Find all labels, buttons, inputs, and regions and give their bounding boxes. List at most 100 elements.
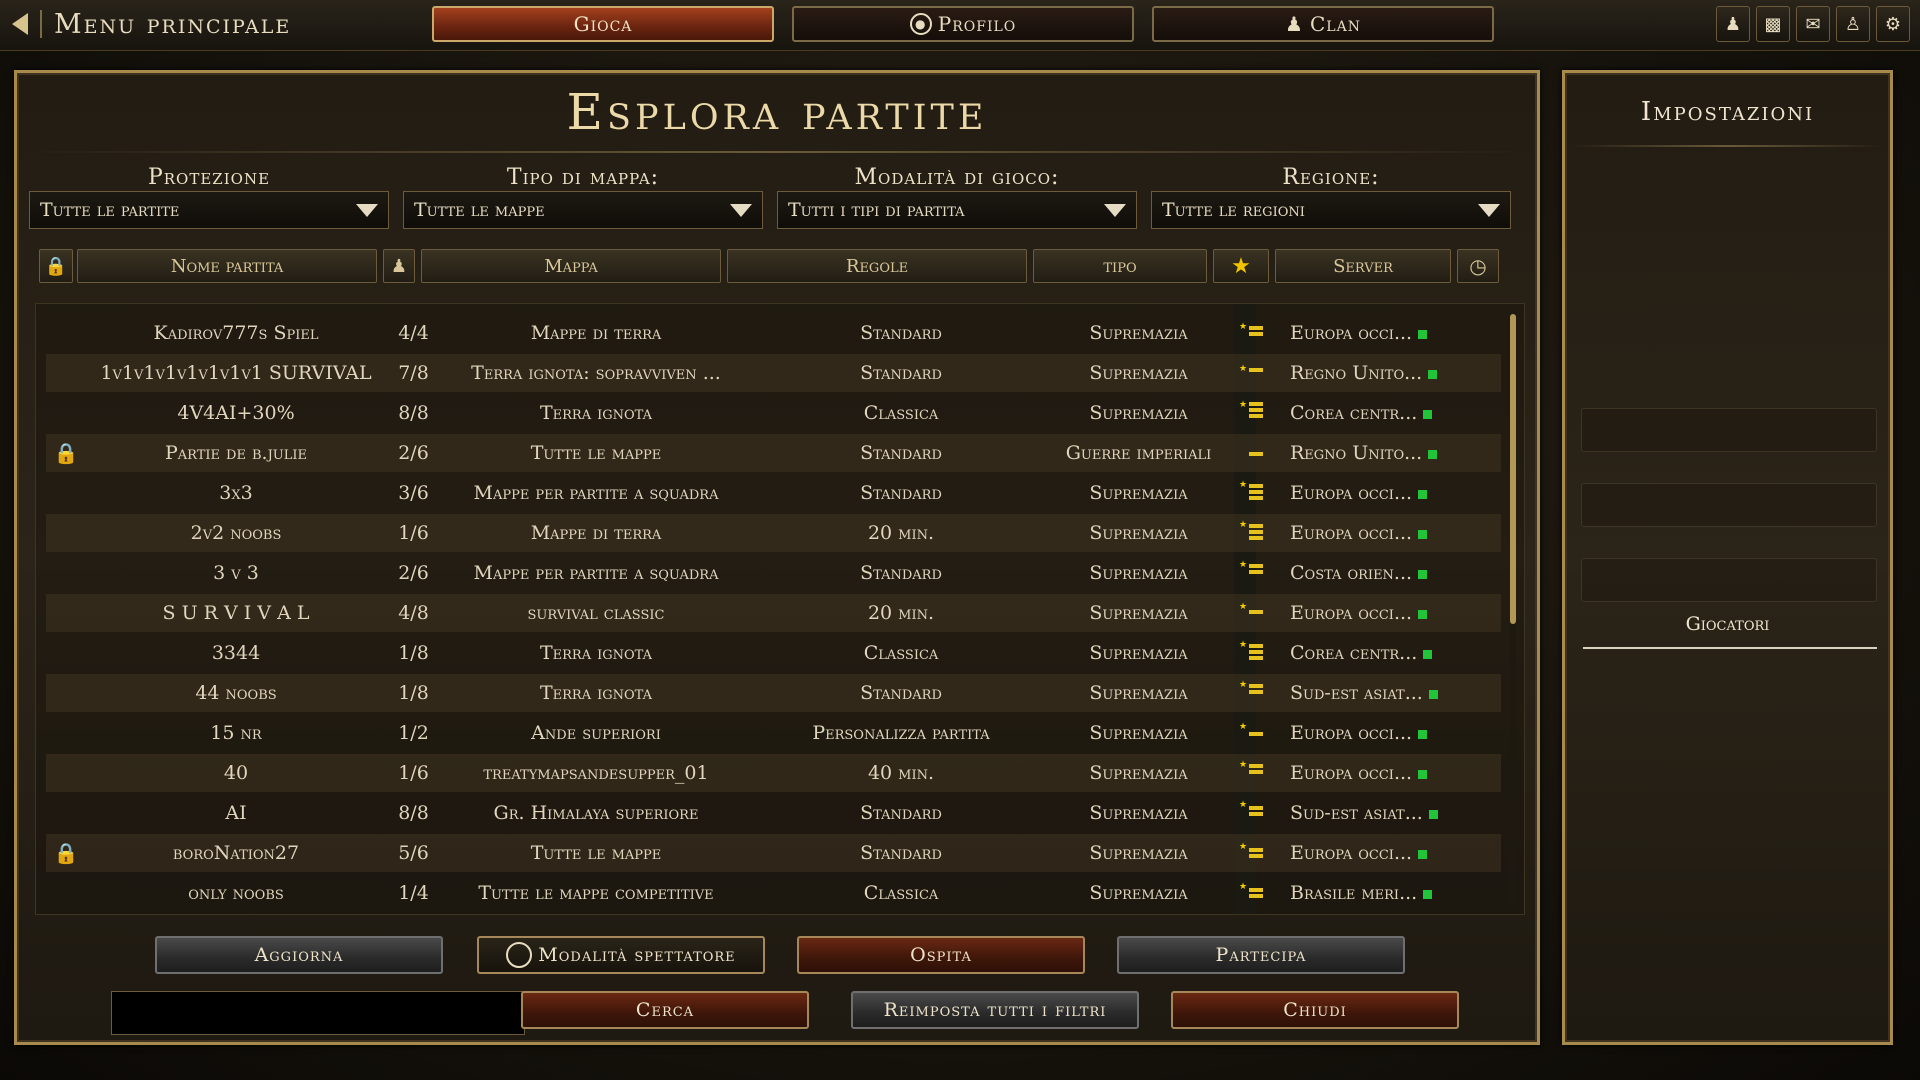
game-mode-select[interactable]: Tutti i tipi di partita	[777, 191, 1137, 229]
rules: Standard	[860, 442, 942, 464]
game-name: AI	[225, 802, 247, 824]
rank-insignia-icon: ★	[1239, 362, 1263, 382]
table-row[interactable]: 1v1v1v1v1v1v1v1 SURVIVAL 7/8 Terra ignot…	[46, 354, 1501, 392]
rules: Standard	[860, 362, 942, 384]
map-column-header[interactable]: Mappa	[421, 249, 721, 283]
table-row[interactable]: S U R V I V A L 4/8 survival classic 20 …	[46, 594, 1501, 632]
table-row[interactable]: 44 noobs 1/8 Terra ignota Standard Supre…	[46, 674, 1501, 712]
table-row[interactable]: AI 8/8 Gr. Himalaya superiore Standard S…	[46, 794, 1501, 832]
game-type: Guerre imperiali	[1065, 442, 1212, 464]
table-row[interactable]: 3x3 3/6 Mappe per partite a squadra Stan…	[46, 474, 1501, 512]
lock-slot	[46, 474, 86, 512]
region-select[interactable]: Tutte le regioni	[1151, 191, 1511, 229]
table-row[interactable]: 40 1/6 treatymapsandesupper_01 40 min. S…	[46, 754, 1501, 792]
protection-select[interactable]: Tutte le partite	[29, 191, 389, 229]
rank-insignia-icon: ★	[1239, 520, 1263, 540]
map-name: Mappe per partite a squadra	[473, 482, 719, 504]
table-row[interactable]: 🔒 Partie de b.julie 2/6 Tutte le mappe S…	[46, 434, 1501, 472]
person-icon[interactable]: ♟	[1716, 6, 1750, 42]
players-tab[interactable]: Giocatori	[1565, 613, 1890, 635]
game-type: Supremazia	[1089, 562, 1188, 584]
lock-column-header[interactable]: 🔒	[39, 249, 73, 283]
rank-insignia-icon: ★	[1239, 400, 1263, 420]
table-row[interactable]: 3 v 3 2/6 Mappe per partite a squadra St…	[46, 554, 1501, 592]
table-row[interactable]: 🔒 boroNation27 5/6 Tutte le mappe Standa…	[46, 834, 1501, 872]
rank-insignia-icon: ★	[1239, 800, 1263, 820]
list-scrollbar[interactable]	[1510, 314, 1516, 906]
chat-icon[interactable]: ✉	[1796, 6, 1830, 42]
player-count: 8/8	[398, 402, 429, 424]
rank-insignia-icon	[1247, 442, 1263, 462]
tab-clan[interactable]: ♟ Clan	[1152, 6, 1494, 42]
server-region: Costa orien...	[1276, 554, 1470, 592]
bar-chart-icon[interactable]: ▩	[1756, 6, 1790, 42]
ping-indicator-icon	[1428, 449, 1438, 459]
lock-slot	[46, 554, 86, 592]
type-column-header[interactable]: tipo	[1033, 249, 1207, 283]
rules-column-header[interactable]: Regole	[727, 249, 1027, 283]
game-type: Supremazia	[1089, 322, 1188, 344]
host-button[interactable]: Ospita	[797, 936, 1085, 974]
top-bar: Menu principale Gioca ● Profilo ♟ Clan ♟…	[0, 0, 1920, 51]
rank-insignia-icon: ★	[1239, 680, 1263, 700]
search-button[interactable]: Cerca	[521, 991, 809, 1029]
game-name: S U R V I V A L	[162, 602, 310, 624]
search-input[interactable]	[111, 991, 525, 1035]
map-name: Tutte le mappe	[530, 842, 662, 864]
refresh-button[interactable]: Aggiorna	[155, 936, 443, 974]
settings-panel: Impostazioni Giocatori	[1562, 70, 1893, 1045]
game-type: Supremazia	[1089, 482, 1188, 504]
tab-label: Clan	[1309, 12, 1361, 36]
table-row[interactable]: 3344 1/8 Terra ignota Classica Supremazi…	[46, 634, 1501, 672]
scroll-thumb[interactable]	[1510, 314, 1516, 624]
rank-column-header[interactable]: ★	[1213, 249, 1269, 283]
player-count: 4/8	[398, 602, 429, 624]
server-region: Europa occi...	[1276, 314, 1470, 352]
map-name: Ande superiori	[531, 722, 661, 744]
rank-insignia-icon: ★	[1239, 842, 1263, 862]
lock-slot	[46, 754, 86, 792]
name-column-header[interactable]: Nome partita	[77, 249, 377, 283]
server-name: Costa orien...	[1290, 562, 1413, 584]
select-value: Tutti i tipi di partita	[788, 199, 965, 221]
ping-indicator-icon	[1418, 329, 1428, 339]
table-row[interactable]: only noobs 1/4 Tutte le mappe competitiv…	[46, 874, 1501, 912]
filter-label-protection: Protezione	[147, 165, 271, 190]
ping-indicator-icon	[1423, 649, 1433, 659]
lock-icon: 🔒	[44, 255, 68, 277]
spectator-mode-toggle[interactable]: Modalità spettatore	[477, 936, 765, 974]
gear-icon[interactable]: ⚙	[1876, 6, 1910, 42]
close-button[interactable]: Chiudi	[1171, 991, 1459, 1029]
server-region: Regno Unito...	[1276, 434, 1470, 472]
page-title: Esplora partite	[566, 83, 988, 141]
game-name: 3344	[211, 642, 261, 664]
server-name: Brasile meri...	[1290, 882, 1418, 904]
person-icon: ♟	[1285, 12, 1304, 36]
server-column-header[interactable]: Server	[1275, 249, 1451, 283]
map-type-select[interactable]: Tutte le mappe	[403, 191, 763, 229]
table-row[interactable]: Kadirov777s Spiel 4/4 Mappe di terra Sta…	[46, 314, 1501, 352]
ping-indicator-icon	[1418, 609, 1428, 619]
spectator-checkbox[interactable]	[506, 942, 533, 968]
map-name: Mappe di terra	[530, 322, 662, 344]
table-row[interactable]: 2v2 noobs 1/6 Mappe di terra 20 min. Sup…	[46, 514, 1501, 552]
ping-column-header[interactable]: ◷	[1457, 249, 1499, 283]
tab-profilo[interactable]: ● Profilo	[792, 6, 1134, 42]
player-count: 2/6	[398, 442, 429, 464]
group-icon[interactable]: ♙	[1836, 6, 1870, 42]
tab-gioca[interactable]: Gioca	[432, 6, 774, 42]
rules: Personalizza partita	[812, 722, 990, 744]
server-region: Europa occi...	[1276, 514, 1470, 552]
table-row[interactable]: 15 nr 1/2 Ande superiori Personalizza pa…	[46, 714, 1501, 752]
table-row[interactable]: 4V4AI+30% 8/8 Terra ignota Classica Supr…	[46, 394, 1501, 432]
reset-filters-button[interactable]: Reimposta tutti i filtri	[851, 991, 1139, 1029]
players-column-header[interactable]: ♟	[383, 249, 415, 283]
player-count: 1/6	[398, 522, 429, 544]
join-button[interactable]: Partecipa	[1117, 936, 1405, 974]
map-name: Mappe di terra	[530, 522, 662, 544]
back-to-main-menu-button[interactable]: Menu principale	[12, 6, 291, 42]
lock-slot	[46, 674, 86, 712]
rules: Standard	[860, 842, 942, 864]
game-type: Supremazia	[1089, 522, 1188, 544]
map-name: Mappe per partite a squadra	[473, 562, 719, 584]
